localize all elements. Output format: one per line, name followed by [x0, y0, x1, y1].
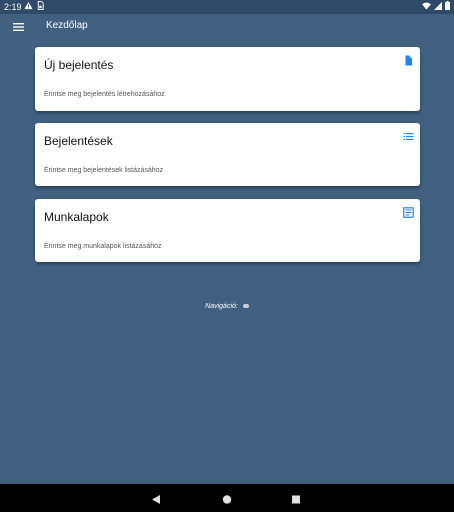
navigation-indicator-icon[interactable] [242, 304, 249, 309]
sim-icon [37, 1, 44, 12]
card-title: Munkalapok [44, 210, 109, 224]
home-icon [222, 495, 232, 504]
card-worksheets[interactable]: Munkalapok Érintse meg munkalapok listáz… [35, 199, 420, 262]
warning-icon [24, 1, 33, 12]
status-bar: 2:19 [0, 0, 454, 14]
worksheet-icon [403, 205, 414, 218]
card-subtitle: Érintse meg bejelentés létrehozásához [44, 91, 165, 98]
back-icon [152, 495, 160, 504]
recents-icon [292, 495, 300, 504]
menu-icon [13, 23, 24, 31]
card-subtitle: Érintse meg munkalapok listázásához [44, 243, 162, 250]
status-notification-icons [24, 1, 44, 12]
card-reports[interactable]: Bejelentések Érintse meg bejelentések li… [35, 123, 420, 186]
back-button[interactable] [151, 492, 161, 510]
navigation-row: Navigáció: [0, 302, 454, 312]
status-system-icons [422, 1, 450, 12]
menu-button[interactable] [12, 20, 26, 32]
page-title: Kezdőlap [46, 20, 88, 31]
navigation-label: Navigáció: [205, 303, 238, 310]
status-time: 2:19 [4, 2, 22, 12]
card-subtitle: Érintse meg bejelentések listázásához [44, 167, 164, 174]
system-navigation-bar [0, 484, 454, 512]
recents-button[interactable] [291, 492, 301, 510]
card-new-report[interactable]: Új bejelentés Érintse meg bejelentés lét… [35, 47, 420, 111]
home-button[interactable] [222, 492, 232, 510]
wifi-icon [422, 1, 431, 12]
card-title: Bejelentések [44, 134, 113, 148]
app-bar: Kezdőlap [0, 14, 454, 38]
card-title: Új bejelentés [44, 58, 114, 72]
signal-icon [434, 1, 442, 12]
document-icon [403, 53, 414, 66]
list-icon [403, 129, 414, 140]
battery-icon [445, 1, 450, 12]
